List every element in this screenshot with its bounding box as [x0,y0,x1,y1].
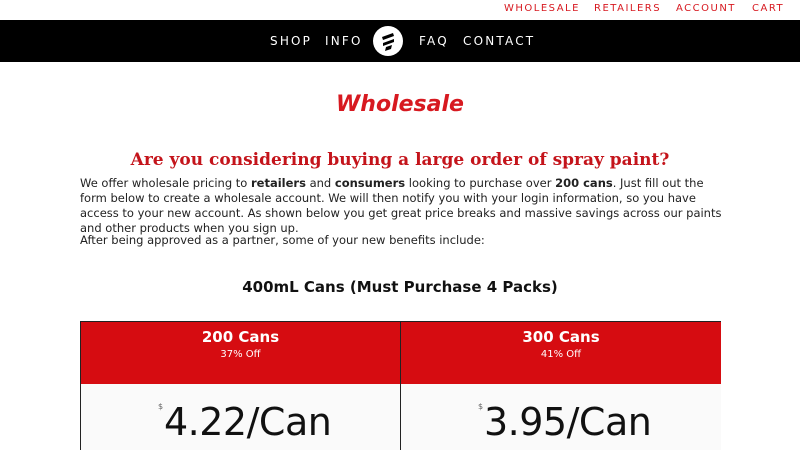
page-title: Wholesale [336,92,464,117]
intro-bold-retailers: retailers [251,176,306,190]
pricing-tier-200: 200 Cans 37% Off $ 4.22/Can [81,322,401,450]
tier-price-box: $ 3.95/Can [401,384,721,450]
tier-price: 4.22/Can [164,400,332,444]
nav-link-shop[interactable]: SHOP [270,34,312,48]
nav-link-contact[interactable]: CONTACT [463,34,535,48]
tier-quantity: 200 Cans [201,328,280,346]
tier-discount: 37% Off [220,349,261,360]
pricing-tier-300: 300 Cans 41% Off $ 3.95/Can [401,322,721,450]
benefits-intro: After being approved as a partner, some … [80,233,485,247]
intro-text-2: and [305,176,335,190]
intro-paragraph: We offer wholesale pricing to retailers … [80,176,725,236]
logo-mark [382,33,394,51]
tier-header: 300 Cans 41% Off [401,322,721,384]
utility-link-account[interactable]: ACCOUNT [676,3,736,14]
pricing-section-title: 400mL Cans (Must Purchase 4 Packs) [242,278,558,296]
nav-link-faq[interactable]: FAQ [419,34,449,48]
tier-discount: 41% Off [540,349,582,360]
main-nav: SHOP INFO FAQ CONTACT [0,20,800,62]
page-subtitle: Are you considering buying a large order… [130,150,670,170]
spray-can-logo-icon[interactable] [373,26,403,56]
utility-link-wholesale[interactable]: WHOLESALE [504,3,580,14]
currency-symbol: $ [158,402,164,411]
utility-link-cart[interactable]: CART [752,3,784,14]
tier-price: 3.95/Can [484,400,652,444]
pricing-table: 200 Cans 37% Off $ 4.22/Can 300 Cans 41%… [80,321,721,450]
utility-nav: WHOLESALE RETAILERS ACCOUNT CART [0,0,800,20]
tier-quantity: 300 Cans [522,328,600,346]
currency-symbol: $ [478,402,484,411]
intro-bold-consumers: consumers [334,176,406,190]
nav-link-info[interactable]: INFO [325,34,363,48]
utility-link-retailers[interactable]: RETAILERS [594,3,661,14]
tier-price-box: $ 4.22/Can [81,384,400,450]
tier-header: 200 Cans 37% Off [81,322,400,384]
intro-bold-200-cans: 200 cans [555,176,613,190]
intro-text-1: We offer wholesale pricing to [80,176,251,190]
intro-text-3: looking to purchase over [405,176,556,190]
